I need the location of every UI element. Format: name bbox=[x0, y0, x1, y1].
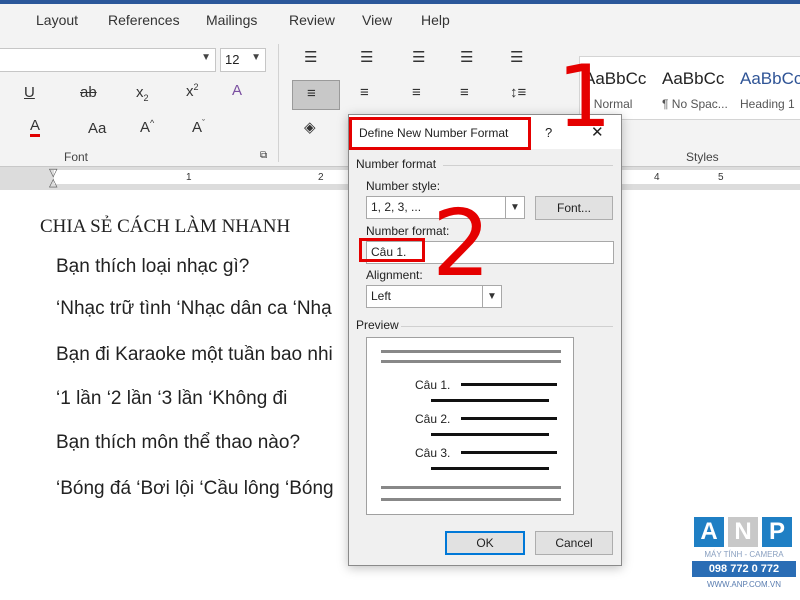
styles-gallery: AaBbCc ¶ Normal AaBbCc ¶ No Spac... AaBb… bbox=[579, 56, 800, 120]
preview-item: Câu 3. bbox=[415, 446, 451, 460]
change-case-icon[interactable]: Aa bbox=[88, 120, 106, 137]
style-name: ¶ No Spac... bbox=[662, 97, 728, 111]
group-divider bbox=[278, 44, 279, 162]
tab-mailings[interactable]: Mailings bbox=[206, 12, 257, 28]
cancel-button[interactable]: Cancel bbox=[535, 531, 613, 555]
preview-label: Preview bbox=[356, 318, 399, 332]
preview-line bbox=[381, 360, 561, 363]
underline-icon[interactable]: U bbox=[24, 84, 35, 101]
document-line: ‘Bóng đá ‘Bơi lội ‘Cầu lông ‘Bóng bbox=[56, 478, 334, 499]
font-name-combo[interactable]: ▼ bbox=[0, 48, 216, 72]
tab-references[interactable]: References bbox=[108, 12, 180, 28]
document-line: Bạn thích loại nhạc gì? bbox=[56, 256, 250, 277]
logo-website: WWW.ANP.COM.VN bbox=[706, 580, 782, 589]
style-name: Heading 1 bbox=[740, 97, 795, 111]
ruler-mark: 1 bbox=[186, 172, 192, 183]
ruler-mark: 5 bbox=[718, 172, 724, 183]
dialog-launcher-icon[interactable]: ⧉ bbox=[260, 150, 267, 161]
font-size-combo[interactable]: 12 ▼ bbox=[220, 48, 266, 72]
style-heading-1[interactable]: AaBbCc Heading 1 bbox=[736, 57, 800, 119]
align-center-icon[interactable]: ≡ bbox=[360, 84, 369, 101]
preview-line bbox=[381, 486, 561, 489]
document-line: Bạn thích môn thể thao nào? bbox=[56, 432, 301, 453]
strikethrough-icon[interactable]: ab bbox=[80, 84, 97, 101]
logo-phone: 098 772 0 772 bbox=[692, 561, 796, 577]
preview-line bbox=[461, 383, 557, 386]
increase-indent-icon[interactable]: ☰ bbox=[510, 48, 523, 66]
grow-font-icon[interactable]: A^ bbox=[140, 118, 154, 136]
logo-letter: A bbox=[694, 517, 724, 547]
decrease-indent-icon[interactable]: ☰ bbox=[460, 48, 473, 66]
logo-letter: N bbox=[728, 517, 758, 547]
ok-button[interactable]: OK bbox=[445, 531, 525, 555]
multilevel-list-icon[interactable]: ☰ bbox=[412, 48, 425, 66]
help-button[interactable]: ? bbox=[545, 125, 552, 140]
preview-line bbox=[431, 399, 549, 402]
preview-item: Câu 2. bbox=[415, 412, 451, 426]
group-divider bbox=[443, 165, 613, 166]
tab-view[interactable]: View bbox=[362, 12, 392, 28]
step-number-1: 1 bbox=[557, 47, 612, 147]
logo-tagline: MÁY TÍNH - CAMERA bbox=[704, 550, 784, 559]
line-spacing-icon[interactable]: ↕≡ bbox=[510, 84, 526, 101]
style-preview: AaBbCc bbox=[662, 69, 725, 88]
preview-box: Câu 1. Câu 2. Câu 3. bbox=[366, 337, 574, 515]
alignment-label: Alignment: bbox=[366, 268, 423, 282]
align-right-icon[interactable]: ≡ bbox=[412, 84, 421, 101]
document-line: ‘Nhạc trữ tình ‘Nhạc dân ca ‘Nhạ bbox=[56, 298, 332, 319]
document-line: Bạn đi Karaoke một tuần bao nhi bbox=[56, 344, 333, 365]
font-size-value: 12 bbox=[225, 52, 240, 67]
ribbon-tabs: Layout References Mailings Review View H… bbox=[0, 4, 800, 38]
number-style-label: Number style: bbox=[366, 179, 441, 193]
style-preview: AaBbCc bbox=[740, 69, 800, 88]
preview-line bbox=[431, 467, 549, 470]
align-left-icon: ≡ bbox=[307, 85, 316, 102]
superscript-icon[interactable]: x2 bbox=[186, 82, 199, 100]
step-number-2: 2 bbox=[432, 190, 491, 297]
number-format-group-label: Number format bbox=[356, 157, 437, 171]
document-line: ‘1 lần ‘2 lần ‘3 lần ‘Không đi bbox=[56, 388, 288, 409]
preview-line bbox=[431, 433, 549, 436]
document-heading: CHIA SẺ CÁCH LÀM NHANH bbox=[40, 216, 291, 237]
alignment-value: Left bbox=[371, 289, 392, 303]
style-no-spacing[interactable]: AaBbCc ¶ No Spac... bbox=[658, 57, 734, 119]
logo-letter: P bbox=[762, 517, 792, 547]
tab-help[interactable]: Help bbox=[421, 12, 450, 28]
chevron-down-icon[interactable]: ▼ bbox=[505, 197, 524, 218]
preview-line bbox=[461, 417, 557, 420]
bullets-icon[interactable]: ☰ bbox=[304, 48, 317, 66]
anp-logo: A N P MÁY TÍNH - CAMERA 098 772 0 772 WW… bbox=[690, 515, 800, 600]
chevron-down-icon[interactable]: ▼ bbox=[201, 52, 211, 63]
tab-review[interactable]: Review bbox=[289, 12, 335, 28]
font-color-icon[interactable]: A bbox=[30, 118, 41, 137]
group-divider bbox=[401, 326, 613, 327]
justify-icon[interactable]: ≡ bbox=[460, 84, 469, 101]
shrink-font-icon[interactable]: Aˇ bbox=[192, 118, 205, 136]
font-button[interactable]: Font... bbox=[535, 196, 613, 220]
preview-item: Câu 1. bbox=[415, 378, 451, 392]
chevron-down-icon[interactable]: ▼ bbox=[251, 52, 261, 63]
clear-formatting-icon[interactable]: A bbox=[232, 82, 242, 99]
font-group-label: Font bbox=[64, 150, 89, 164]
preview-line bbox=[381, 350, 561, 353]
tab-layout[interactable]: Layout bbox=[36, 12, 78, 28]
styles-group-label: Styles bbox=[686, 150, 719, 164]
align-left-button[interactable]: ≡ bbox=[292, 80, 340, 110]
numbering-icon[interactable]: ☰ bbox=[360, 48, 373, 66]
ruler-mark: 4 bbox=[654, 172, 660, 183]
ruler-mark: 2 bbox=[318, 172, 324, 183]
highlight-box-format bbox=[359, 238, 425, 262]
subscript-icon[interactable]: x2 bbox=[136, 84, 149, 103]
shading-icon[interactable]: ◈ bbox=[304, 118, 316, 136]
number-style-value: 1, 2, 3, ... bbox=[371, 200, 422, 214]
highlight-box-title bbox=[349, 117, 531, 150]
preview-line bbox=[381, 498, 561, 501]
indent-marker-icon[interactable]: ▽ △ bbox=[49, 168, 57, 189]
preview-line bbox=[461, 451, 557, 454]
